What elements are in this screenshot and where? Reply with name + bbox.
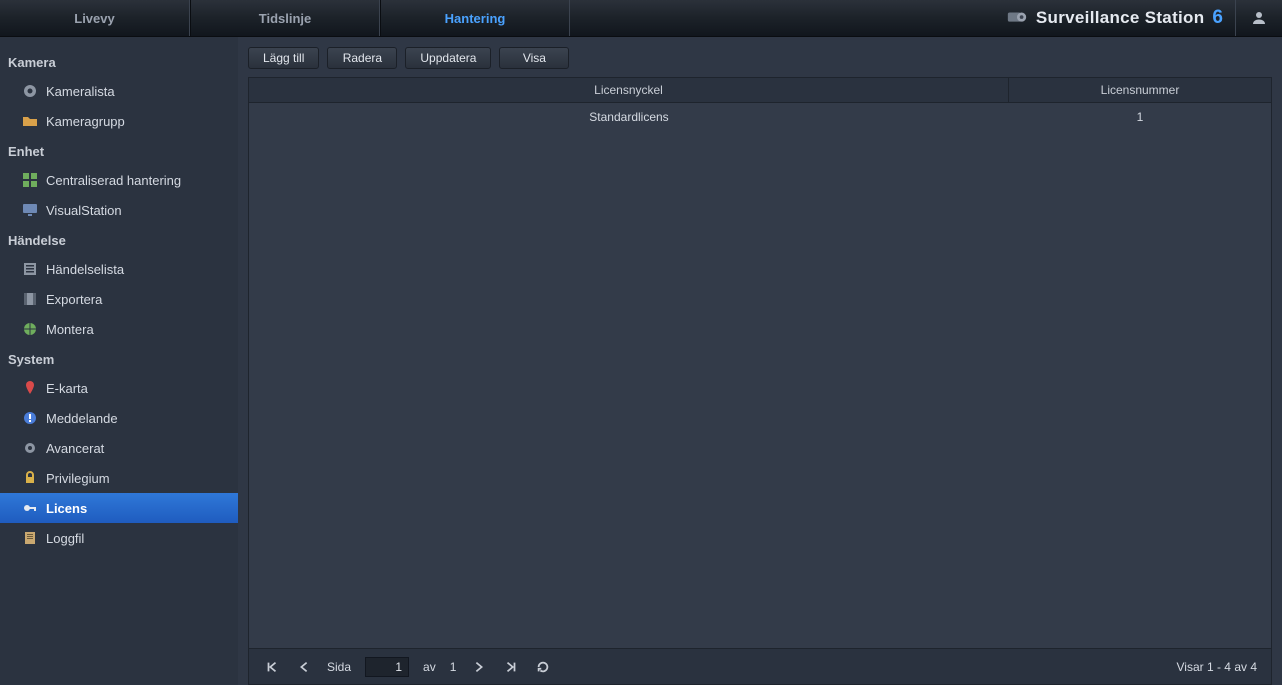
gear-icon [22,440,38,456]
monitor-icon [22,202,38,218]
brand-version: 6 [1212,7,1223,29]
cell-license-key: Standardlicens [249,103,1009,131]
sidebar-group-system: System [0,344,238,373]
refresh-button[interactable] [534,658,552,676]
sidebar-item-kameragrupp[interactable]: Kameragrupp [0,106,238,136]
folder-icon [22,113,38,129]
sidebar-item-label: Kameragrupp [46,114,125,129]
sidebar-item-privilegium[interactable]: Privilegium [0,463,238,493]
table-row[interactable]: Standardlicens 1 [249,103,1271,131]
top-bar: Livevy Tidslinje Hantering Surveillance … [0,0,1282,37]
tab-hantering[interactable]: Hantering [380,0,570,36]
sidebar-item-centraliserad-hantering[interactable]: Centraliserad hantering [0,165,238,195]
first-page-button[interactable] [263,658,281,676]
content-area: Lägg till Radera Uppdatera Visa Licensny… [238,37,1282,685]
pin-icon [22,380,38,396]
log-icon [22,530,38,546]
brand-title: Surveillance Station [1036,8,1205,28]
license-grid: Licensnyckel Licensnummer Standardlicens… [248,77,1272,649]
sidebar-item-meddelande[interactable]: Meddelande [0,403,238,433]
sidebar: Kamera Kameralista Kameragrupp Enhet Cen… [0,37,238,685]
sidebar-item-label: Kameralista [46,84,115,99]
sidebar-item-licens[interactable]: Licens [0,493,238,523]
sidebar-item-exportera[interactable]: Exportera [0,284,238,314]
user-menu[interactable] [1235,0,1282,36]
sidebar-item-montera[interactable]: Montera [0,314,238,344]
of-label: av [423,660,436,674]
grid-body: Standardlicens 1 [248,103,1272,649]
key-icon [22,500,38,516]
pager: Sida av 1 Visar 1 - 4 av 4 [248,649,1272,685]
tab-tidslinje[interactable]: Tidslinje [190,0,380,36]
alert-icon [22,410,38,426]
page-input[interactable] [365,657,409,677]
top-tabs: Livevy Tidslinje Hantering [0,0,570,36]
sidebar-item-label: E-karta [46,381,88,396]
sidebar-item-label: Montera [46,322,94,337]
list-icon [22,261,38,277]
grid-header: Licensnyckel Licensnummer [248,77,1272,103]
last-page-button[interactable] [502,658,520,676]
sidebar-item-label: Händelselista [46,262,124,277]
user-icon [1250,9,1268,27]
sidebar-item-ekarta[interactable]: E-karta [0,373,238,403]
view-button[interactable]: Visa [499,47,569,69]
sidebar-item-label: Avancerat [46,441,104,456]
prev-page-button[interactable] [295,658,313,676]
toolbar: Lägg till Radera Uppdatera Visa [238,37,1282,77]
page-label: Sida [327,660,351,674]
delete-button[interactable]: Radera [327,47,397,69]
sidebar-item-label: Licens [46,501,87,516]
sidebar-item-label: Loggfil [46,531,84,546]
update-button[interactable]: Uppdatera [405,47,491,69]
column-license-number[interactable]: Licensnummer [1009,78,1271,102]
sidebar-group-enhet: Enhet [0,136,238,165]
sidebar-item-label: Exportera [46,292,102,307]
sidebar-item-label: Centraliserad hantering [46,173,181,188]
tab-livevy[interactable]: Livevy [0,0,190,36]
brand-icon [1006,7,1028,29]
sidebar-item-kameralista[interactable]: Kameralista [0,76,238,106]
sidebar-group-handelse: Händelse [0,225,238,254]
grid-icon [22,172,38,188]
cell-license-number: 1 [1009,103,1271,131]
globe-icon [22,321,38,337]
column-license-key[interactable]: Licensnyckel [249,78,1009,102]
sidebar-item-label: VisualStation [46,203,122,218]
next-page-button[interactable] [470,658,488,676]
sidebar-item-avancerat[interactable]: Avancerat [0,433,238,463]
sidebar-item-loggfil[interactable]: Loggfil [0,523,238,553]
sidebar-item-handelselista[interactable]: Händelselista [0,254,238,284]
total-pages: 1 [450,660,457,674]
pager-status: Visar 1 - 4 av 4 [1177,660,1257,674]
sidebar-item-label: Privilegium [46,471,110,486]
camera-icon [22,83,38,99]
sidebar-item-label: Meddelande [46,411,118,426]
sidebar-item-visualstation[interactable]: VisualStation [0,195,238,225]
sidebar-group-kamera: Kamera [0,47,238,76]
lock-icon [22,470,38,486]
brand: Surveillance Station 6 [1006,0,1235,36]
film-icon [22,291,38,307]
add-button[interactable]: Lägg till [248,47,319,69]
